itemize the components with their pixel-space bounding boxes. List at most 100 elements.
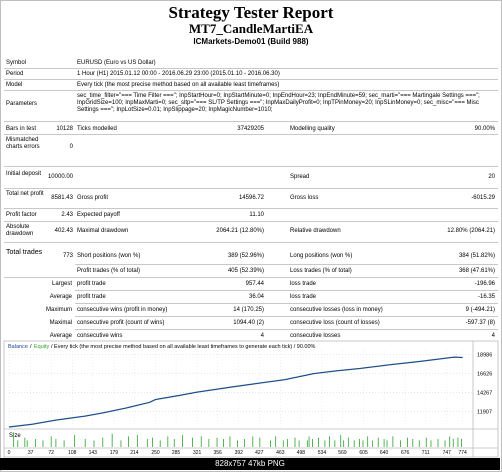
- divider: [4, 277, 498, 278]
- loss-trades-label: Loss trades (% of total): [290, 268, 352, 274]
- divider: [4, 79, 498, 80]
- x-tick-label: 747: [443, 450, 452, 456]
- x-tick-label: 463: [276, 450, 285, 456]
- y-tick-label: 11907: [477, 410, 492, 416]
- total-net-profit-value: 8581.43: [51, 195, 73, 201]
- x-tick-label: 676: [401, 450, 410, 456]
- x-tick-label: 250: [151, 450, 160, 456]
- divider: [75, 264, 498, 265]
- absolute-drawdown-label: Absolute drawdown: [6, 224, 34, 237]
- size-label: Size: [9, 433, 21, 439]
- cons-wins-label: consecutive wins: [77, 333, 123, 339]
- largest-loss-label: loss trade: [290, 281, 317, 287]
- largest-profit-label: profit trade: [77, 281, 106, 287]
- spread-label: Spread: [290, 174, 310, 180]
- cons-loss-count-label: consecutive loss (count of losses): [290, 320, 380, 326]
- relative-drawdown-label: Relative drawdown: [290, 228, 341, 234]
- x-tick-label: 37: [28, 450, 34, 456]
- average-label: Average: [49, 294, 72, 300]
- short-positions-label: Short positions (won %): [77, 253, 141, 259]
- divider: [4, 134, 498, 135]
- relative-drawdown-value: 12.80% (2064.21): [447, 228, 495, 234]
- profit-trades-label: Profit trades (% of total): [77, 268, 141, 274]
- cons-profit-count-value: 1094.40 (2): [233, 320, 264, 326]
- ticks-modelled-label: Ticks modelled: [77, 126, 117, 132]
- model-value: Every tick (the most precise method base…: [77, 82, 280, 88]
- server-name: ICMarkets-Demo01 (Build 988): [193, 37, 309, 46]
- profit-factor-label: Profit factor: [6, 212, 37, 218]
- loss-trades-value: 368 (47.61%): [458, 268, 495, 274]
- x-tick-label: 214: [130, 450, 139, 456]
- image-info-bar: 828x757 47kb PNG: [0, 458, 500, 470]
- gross-profit-label: Gross profit: [77, 195, 109, 201]
- x-tick-label: 640: [380, 450, 389, 456]
- legend-equity: Equity: [34, 344, 50, 350]
- absolute-drawdown-value: 402.43: [54, 228, 73, 234]
- expected-payoff-label: Expected payoff: [77, 212, 120, 218]
- gross-loss-label: Gross loss: [290, 195, 319, 201]
- legend-balance: Balance: [8, 344, 28, 350]
- y-tick-label: 14267: [477, 391, 492, 397]
- x-tick-label: 774: [458, 450, 467, 456]
- average-profit-label: profit trade: [77, 294, 106, 300]
- x-tick-label: 72: [48, 450, 54, 456]
- average-loss-label: loss trade: [290, 294, 317, 300]
- cons-losses-money-value: 9 (-494.21): [465, 307, 495, 313]
- x-tick-label: 498: [297, 450, 306, 456]
- short-positions-value: 389 (52.96%): [227, 253, 264, 259]
- x-tick-label: 392: [235, 450, 244, 456]
- x-tick-label: 321: [193, 450, 202, 456]
- cons-wins-value: 4: [260, 333, 264, 339]
- average-loss-value: -16.35: [477, 294, 495, 300]
- cons-losses-label: consecutive losses: [290, 333, 341, 339]
- gross-loss-value: -6015.29: [471, 195, 495, 201]
- x-tick-label: 711: [422, 450, 430, 456]
- x-tick-label: 285: [172, 450, 181, 456]
- divider: [4, 121, 498, 122]
- mismatched-value: 0: [69, 144, 73, 150]
- divider: [75, 303, 498, 304]
- symbol-value: EURUSD (Euro vs US Dollar): [77, 60, 156, 66]
- largest-profit-value: 957.44: [245, 281, 264, 287]
- largest-label: Largest: [51, 281, 72, 287]
- divider: [75, 316, 498, 317]
- maximum-label: Maximum: [45, 307, 72, 313]
- ticks-modelled-value: 37429205: [237, 126, 264, 132]
- divider: [4, 208, 498, 209]
- total-trades-label: Total trades: [6, 249, 43, 256]
- modelling-quality-label: Modelling quality: [290, 126, 335, 132]
- model-label: Model: [6, 82, 23, 88]
- expert-name: MT7_CandleMartiEA: [188, 21, 314, 36]
- gross-profit-value: 14596.72: [238, 195, 264, 201]
- report-frame: Strategy Tester Report MT7_CandleMartiEA…: [0, 0, 502, 472]
- x-tick-label: 427: [255, 450, 264, 456]
- cons-loss-count-value: -597.37 (8): [465, 320, 495, 326]
- modelling-quality-value: 90.00%: [474, 126, 495, 132]
- chart-frame: [3, 340, 499, 458]
- period-label: Period: [6, 71, 24, 77]
- maximal-label: Maximal: [49, 320, 72, 326]
- initial-deposit-label: Initial deposit: [6, 171, 42, 177]
- x-tick-label: 143: [89, 450, 98, 456]
- expected-payoff-value: 11.10: [249, 212, 264, 218]
- divider: [4, 90, 498, 91]
- total-net-profit-label: Total net profit: [6, 191, 44, 197]
- maximal-drawdown-value: 2064.21 (12.80%): [216, 228, 264, 234]
- divider: [4, 188, 498, 189]
- divider: [4, 221, 498, 222]
- x-tick-label: 605: [359, 450, 368, 456]
- profit-trades-value: 405 (52.39%): [227, 268, 264, 274]
- cons-losses-money-label: consecutive losses (loss in money): [290, 307, 383, 313]
- divider: [75, 329, 498, 330]
- x-tick-label: 569: [338, 450, 347, 456]
- y-tick-label: 16626: [477, 371, 492, 377]
- x-tick-label: 108: [68, 450, 77, 456]
- parameters-label: Parameters: [6, 101, 38, 107]
- bars-in-test-label: Bars in test: [6, 126, 37, 132]
- initial-deposit-value: 10000.00: [47, 174, 73, 180]
- long-positions-value: 384 (51.82%): [458, 253, 495, 259]
- divider: [4, 68, 498, 69]
- legend-rest: / Every tick (the most precise method ba…: [51, 344, 316, 350]
- average-cons-label: Average: [49, 333, 72, 339]
- total-trades-value: 773: [62, 253, 73, 259]
